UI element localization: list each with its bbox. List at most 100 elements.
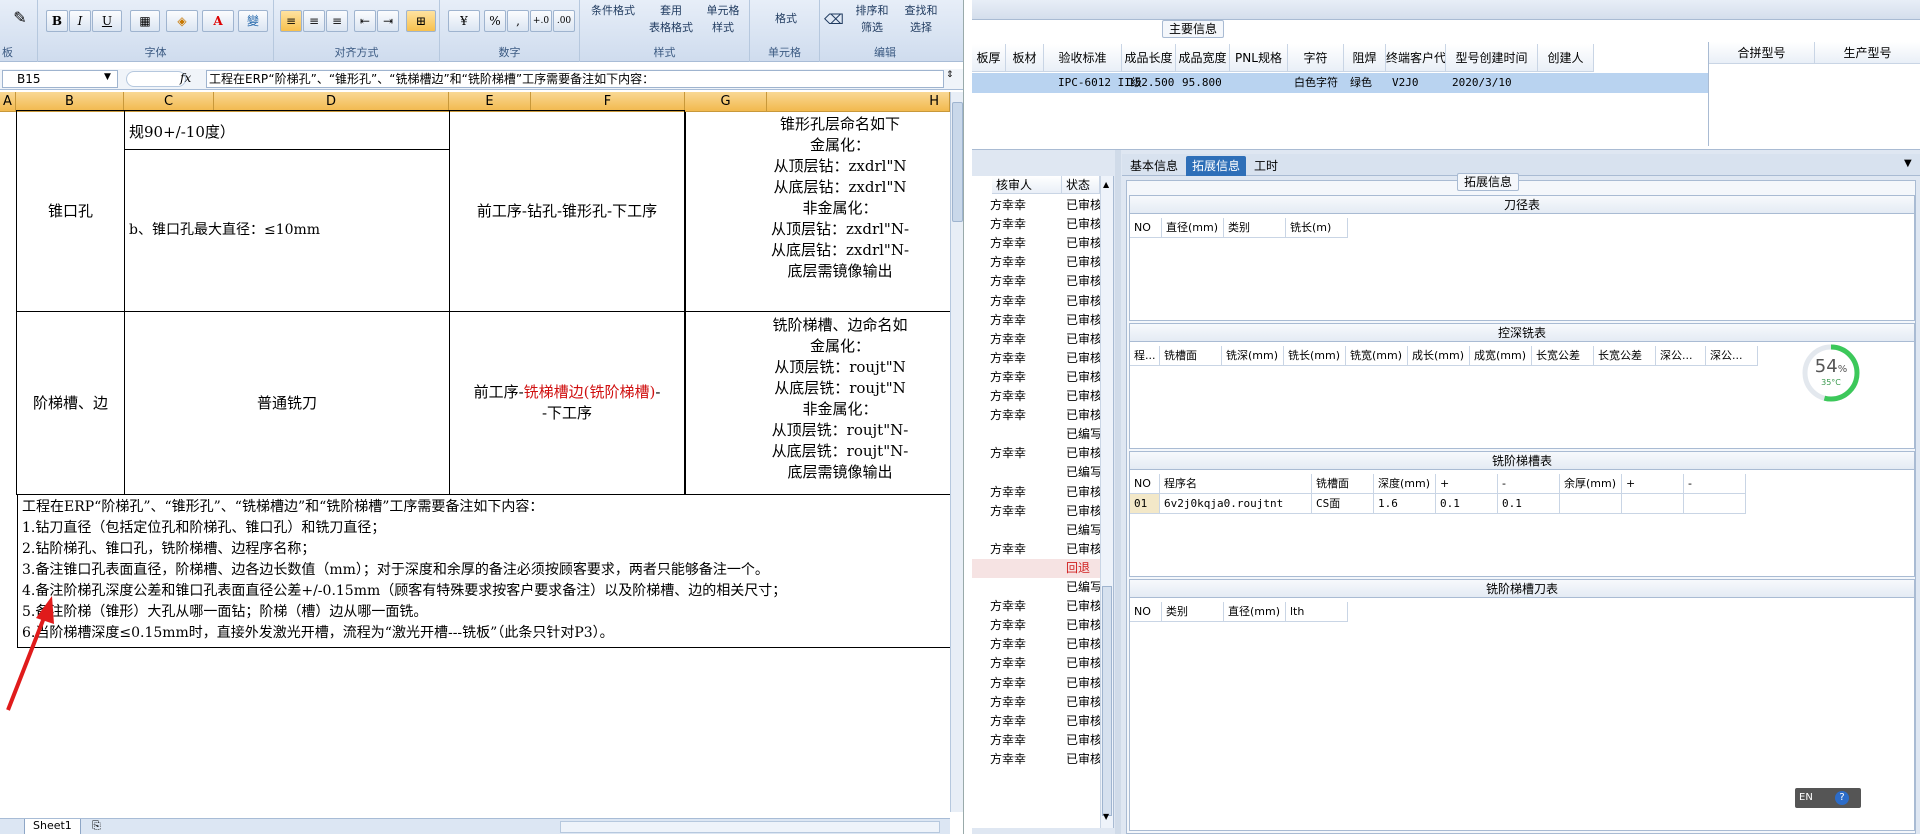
scroll-down-icon[interactable]: ▼ <box>1103 812 1109 821</box>
list-status[interactable]: 已审核 <box>1066 330 1100 349</box>
main-header[interactable]: 阻焊 <box>1344 44 1386 72</box>
currency-icon[interactable]: ¥ <box>448 10 480 32</box>
table-cell[interactable]: 0.1 <box>1498 494 1560 514</box>
col-header-e[interactable]: E <box>449 92 531 112</box>
ime-toolbar[interactable]: EN ? <box>1795 788 1861 808</box>
align-center-icon[interactable]: ≡ <box>303 10 325 32</box>
main-header[interactable]: 成品宽度 <box>1176 44 1230 72</box>
list-reviewer[interactable]: 方幸幸 <box>990 444 1060 463</box>
list-reviewer[interactable]: 方幸幸 <box>990 635 1060 654</box>
formula-expand-handle[interactable] <box>126 71 186 87</box>
col-header-c[interactable]: C <box>124 92 214 112</box>
phonetic-button[interactable]: 變 <box>238 10 268 32</box>
italic-button[interactable]: I <box>69 10 91 32</box>
cell-ef-process-taper[interactable]: 前工序-钻孔-锥形孔-下工序 <box>449 110 685 312</box>
list-scrollbar[interactable]: ▲ ▼ <box>1100 176 1113 828</box>
list-status[interactable]: 已审核 <box>1066 444 1100 463</box>
table-header[interactable]: 铣槽面 <box>1312 474 1374 494</box>
list-reviewer[interactable] <box>990 463 1060 482</box>
list-status[interactable]: 已审核 <box>1066 635 1100 654</box>
list-reviewer[interactable]: 方幸幸 <box>990 330 1060 349</box>
list-status[interactable]: 回退 <box>1066 559 1100 578</box>
list-reviewer[interactable]: 方幸幸 <box>990 272 1060 291</box>
list-status[interactable]: 已审核 <box>1066 483 1100 502</box>
list-reviewer[interactable]: 方幸幸 <box>990 502 1060 521</box>
list-reviewer[interactable]: 方幸幸 <box>990 674 1060 693</box>
col-header-f[interactable]: F <box>531 92 685 112</box>
formula-scroll-icon[interactable]: ⇕ <box>946 70 954 80</box>
list-reviewer[interactable]: 方幸幸 <box>990 234 1060 253</box>
chevron-down-icon[interactable]: ▼ <box>104 72 111 82</box>
dropdown-arrow-icon[interactable]: ▼ <box>1904 158 1912 169</box>
percent-button[interactable]: % <box>484 10 506 32</box>
list-status[interactable]: 已审核 <box>1066 349 1100 368</box>
cpu-gauge-widget[interactable]: 54% 35°C <box>1800 342 1862 404</box>
sheet-tab-sheet1[interactable]: Sheet1 <box>24 819 81 834</box>
table-header[interactable]: 余厚(mm) <box>1560 474 1622 494</box>
list-status[interactable]: 已审核 <box>1066 215 1100 234</box>
list-status[interactable]: 已审核 <box>1066 731 1100 750</box>
cell-style-button[interactable]: 单元格 样式 <box>698 2 748 36</box>
align-left-icon[interactable]: ≡ <box>280 10 302 32</box>
list-status[interactable]: 已编写 <box>1066 425 1100 444</box>
list-status[interactable]: 已审核 <box>1066 654 1100 673</box>
list-reviewer[interactable]: 方幸幸 <box>990 654 1060 673</box>
col-header-b[interactable]: B <box>16 92 124 112</box>
list-reviewer[interactable]: 方幸幸 <box>990 712 1060 731</box>
list-status[interactable]: 已审核 <box>1066 750 1100 769</box>
list-reviewer[interactable]: 方幸幸 <box>990 253 1060 272</box>
table-cell[interactable] <box>1684 494 1746 514</box>
tab-work-hours[interactable]: 工时 <box>1248 156 1284 176</box>
table-format-button[interactable]: 套用 表格格式 <box>642 2 700 36</box>
scroll-up-icon[interactable]: ▲ <box>1103 180 1109 189</box>
list-scroll-thumb[interactable] <box>1102 586 1112 816</box>
table-header[interactable]: 直径(mm) <box>1224 602 1286 622</box>
table-header[interactable]: + <box>1436 474 1498 494</box>
increase-indent-icon[interactable]: ⇥ <box>377 10 399 32</box>
cell-b-step-slot[interactable]: 阶梯槽、边 <box>16 311 125 495</box>
formula-input[interactable]: 工程在ERP“阶梯孔”、“锥形孔”、“铣梯槽边”和“铣阶梯槽”工序需要备注如下内… <box>206 70 944 88</box>
list-status[interactable]: 已审核 <box>1066 406 1100 425</box>
list-status[interactable]: 已审核 <box>1066 292 1100 311</box>
table-header[interactable]: 铣长(mm) <box>1284 346 1346 366</box>
list-status[interactable]: 已审核 <box>1066 234 1100 253</box>
list-status[interactable]: 已审核 <box>1066 368 1100 387</box>
list-status[interactable]: 已审核 <box>1066 712 1100 731</box>
cell-cd-normal-mill[interactable]: 普通铣刀 <box>124 311 450 495</box>
sort-filter-button[interactable]: 排序和 筛选 <box>848 2 896 36</box>
list-status[interactable]: 已审核 <box>1066 387 1100 406</box>
table-cell[interactable]: 0.1 <box>1436 494 1498 514</box>
list-reviewer[interactable]: 方幸幸 <box>990 731 1060 750</box>
col-header-g[interactable]: G <box>685 92 767 112</box>
col-header-d[interactable]: D <box>214 92 449 112</box>
border-button[interactable]: ▦ <box>130 10 160 32</box>
help-icon[interactable]: ? <box>1835 791 1849 805</box>
main-header[interactable]: PNL规格 <box>1230 44 1288 72</box>
decrease-decimal-button[interactable]: .00 <box>553 10 575 32</box>
find-select-button[interactable]: 查找和 选择 <box>896 2 946 36</box>
list-header-reviewer[interactable]: 核审人 <box>992 176 1062 194</box>
cell-gh-taper-naming[interactable]: 锥形孔层命名如下 金属化： 从顶层钻：zxdrl"N 从底层钻：zxdrl"N 非金属化… <box>685 112 950 312</box>
table-header[interactable]: 直径(mm) <box>1162 218 1224 238</box>
table-header[interactable]: 铣长(m) <box>1286 218 1348 238</box>
table-header[interactable]: 铣槽面 <box>1160 346 1222 366</box>
table-cell[interactable]: CS面 <box>1312 494 1374 514</box>
table-header[interactable]: 类别 <box>1162 602 1224 622</box>
conditional-format-button[interactable]: 条件格式 <box>584 2 642 19</box>
table-header[interactable]: lth <box>1286 602 1348 622</box>
main-header[interactable]: 成品长度 <box>1122 44 1176 72</box>
list-status[interactable]: 已审核 <box>1066 540 1100 559</box>
list-status[interactable]: 已审核 <box>1066 693 1100 712</box>
list-reviewer[interactable] <box>990 521 1060 540</box>
table-cell[interactable] <box>1560 494 1622 514</box>
format-button[interactable]: 格式 <box>756 10 816 27</box>
cell-cd-max-diameter[interactable]: b、锥口孔最大直径：≤10mm <box>124 149 450 312</box>
col-header-h[interactable]: H <box>767 92 950 112</box>
main-header[interactable]: 终端客户代码 <box>1386 44 1446 72</box>
horizontal-scrollbar[interactable] <box>560 821 940 833</box>
panel-splitter[interactable] <box>1115 150 1121 834</box>
align-right-icon[interactable]: ≡ <box>326 10 348 32</box>
comma-button[interactable]: , <box>507 10 529 32</box>
list-status[interactable]: 已审核 <box>1066 674 1100 693</box>
main-header[interactable]: 板材 <box>1006 44 1044 72</box>
